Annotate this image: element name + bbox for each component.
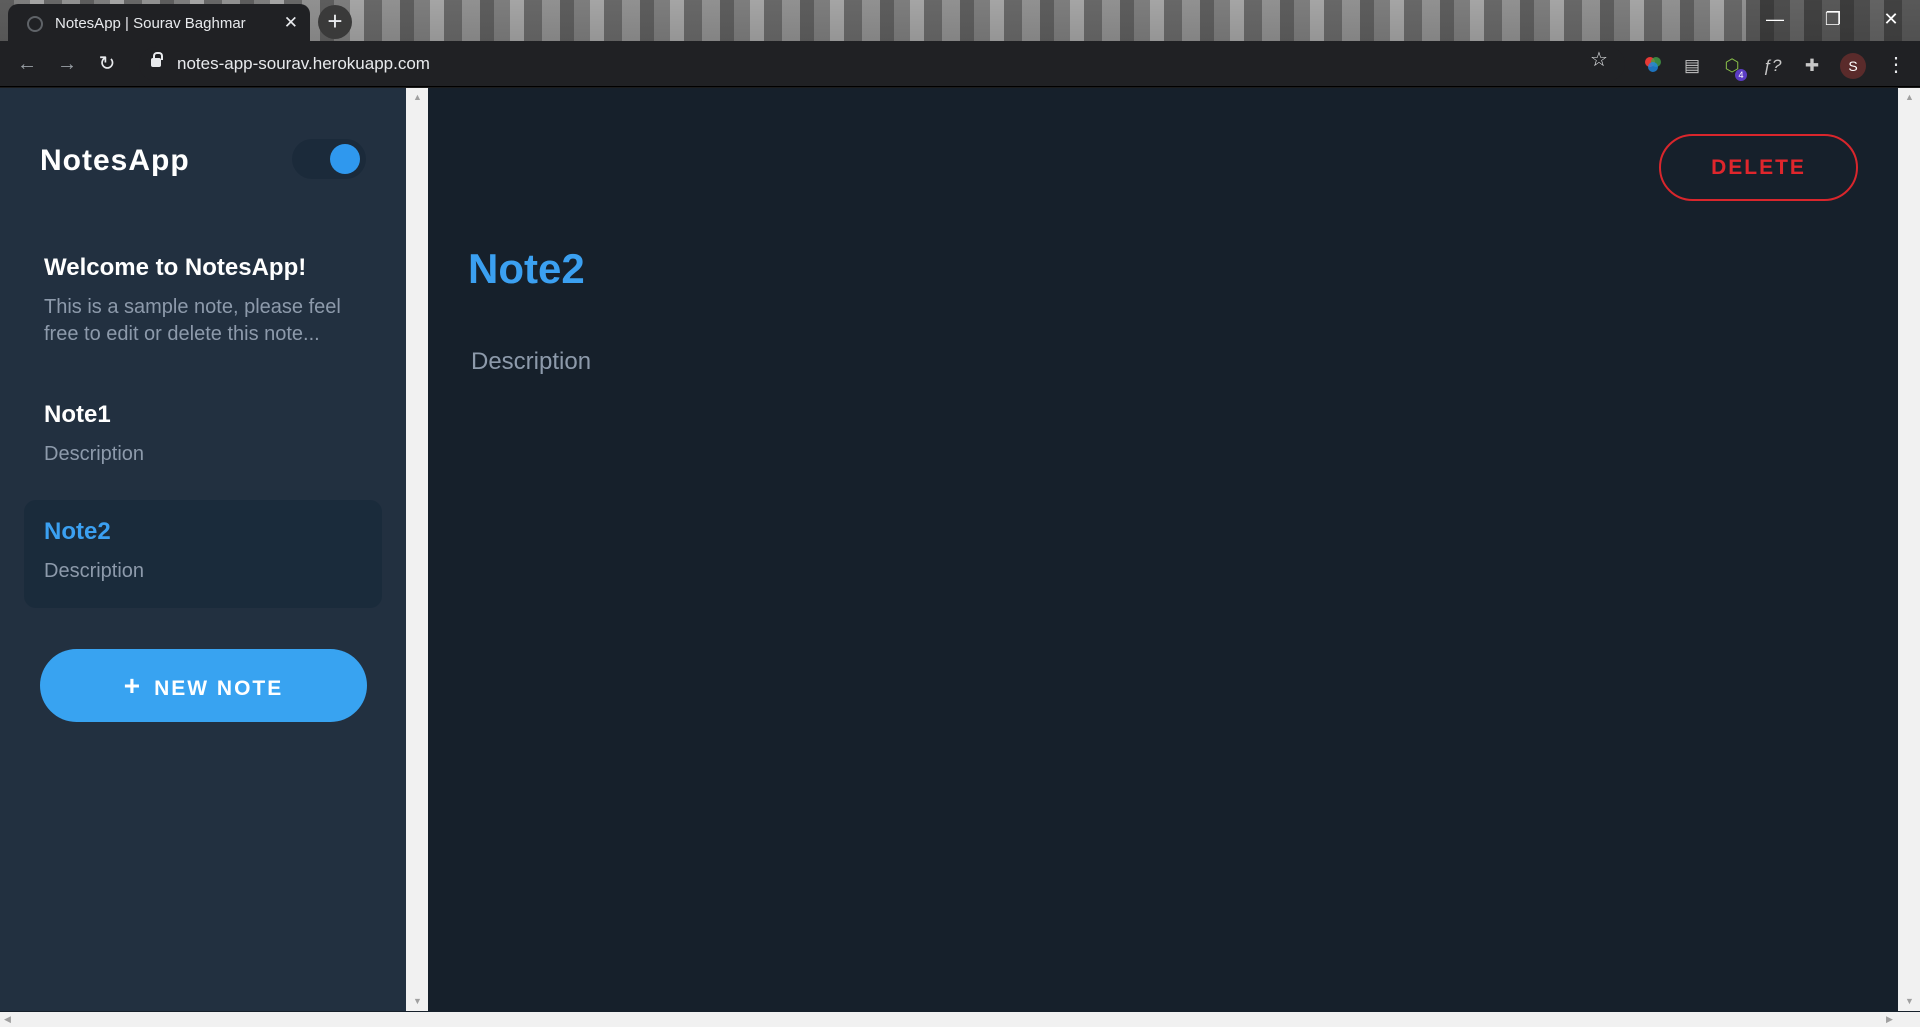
close-window-button[interactable]: ✕ xyxy=(1862,0,1920,41)
bookmark-star-icon[interactable]: ☆ xyxy=(1590,47,1608,72)
scroll-up-arrow-icon[interactable]: ▲ xyxy=(413,92,422,102)
extension-badge: 4 xyxy=(1735,69,1747,81)
browser-tab[interactable]: NotesApp | Sourav Baghmar ✕ xyxy=(8,4,310,41)
reload-icon[interactable]: ↻ xyxy=(94,51,120,77)
restore-button[interactable]: ❐ xyxy=(1804,0,1862,41)
tab-title: NotesApp | Sourav Baghmar xyxy=(55,15,246,32)
delete-button[interactable]: DELETE xyxy=(1659,134,1858,201)
new-note-button[interactable]: + NEW NOTE xyxy=(40,649,367,722)
note-list-item[interactable]: Welcome to NotesApp! This is a sample no… xyxy=(24,236,382,366)
new-note-label: NEW NOTE xyxy=(154,677,284,700)
tab-close-icon[interactable]: ✕ xyxy=(284,13,298,33)
forward-arrow-icon[interactable]: → xyxy=(54,51,80,77)
scroll-right-arrow-icon[interactable]: ▶ xyxy=(1886,1014,1893,1025)
app-logo: NotesApp xyxy=(40,144,190,177)
note-item-description: Description xyxy=(44,560,145,582)
theme-toggle[interactable] xyxy=(292,139,366,179)
globe-icon xyxy=(27,16,43,32)
puzzle-extensions-icon[interactable]: ✚ xyxy=(1801,55,1823,77)
lock-icon xyxy=(151,52,163,67)
note-item-title: Welcome to NotesApp! xyxy=(44,254,307,281)
note-item-description: This is a sample note, please feel free … xyxy=(44,296,341,345)
formula-extension-icon[interactable]: ƒ? xyxy=(1761,55,1783,77)
window-titlebar: NotesApp | Sourav Baghmar ✕ + — ❐ ✕ xyxy=(0,0,1920,41)
note-description-input[interactable]: Description xyxy=(471,348,591,376)
horizontal-scrollbar[interactable]: ◀ ▶ xyxy=(0,1012,1920,1027)
profile-avatar[interactable]: S xyxy=(1840,53,1866,79)
toggle-knob xyxy=(330,144,360,174)
back-arrow-icon[interactable]: ← xyxy=(14,51,40,77)
note-list-item[interactable]: Note1 Description xyxy=(24,383,382,486)
note-title-input[interactable]: Note2 xyxy=(468,245,585,293)
note-item-title: Note2 xyxy=(44,518,111,545)
url-text[interactable]: notes-app-sourav.herokuapp.com xyxy=(177,54,430,74)
note-editor: DELETE Note2 Description xyxy=(428,88,1898,1011)
app-page: NotesApp Welcome to NotesApp! This is a … xyxy=(0,88,1920,1013)
note-list-item-active[interactable]: Note2 Description xyxy=(24,500,382,608)
new-tab-button[interactable]: + xyxy=(318,5,352,39)
scroll-up-arrow-icon[interactable]: ▲ xyxy=(1905,92,1914,102)
address-bar[interactable]: notes-app-sourav.herokuapp.com xyxy=(139,47,1625,81)
note-item-title: Note1 xyxy=(44,401,111,428)
color-extension-icon[interactable] xyxy=(1642,55,1664,77)
editor-scrollbar[interactable]: ▲ ▼ xyxy=(1898,88,1920,1011)
scroll-down-arrow-icon[interactable]: ▼ xyxy=(413,996,422,1006)
browser-toolbar: ← → ↻ notes-app-sourav.herokuapp.com ☆ xyxy=(0,41,1920,87)
sidebar: NotesApp Welcome to NotesApp! This is a … xyxy=(0,88,406,1011)
browser-menu-icon[interactable]: ⋮ xyxy=(1886,52,1906,77)
sidebar-scrollbar[interactable]: ▲ ▼ xyxy=(406,88,428,1011)
scroll-down-arrow-icon[interactable]: ▼ xyxy=(1905,996,1914,1006)
reader-extension-icon[interactable]: ▤ xyxy=(1681,55,1703,77)
note-item-description: Description xyxy=(44,443,145,465)
minimize-button[interactable]: — xyxy=(1746,0,1804,41)
plus-icon: + xyxy=(123,670,143,701)
scroll-left-arrow-icon[interactable]: ◀ xyxy=(4,1014,11,1025)
